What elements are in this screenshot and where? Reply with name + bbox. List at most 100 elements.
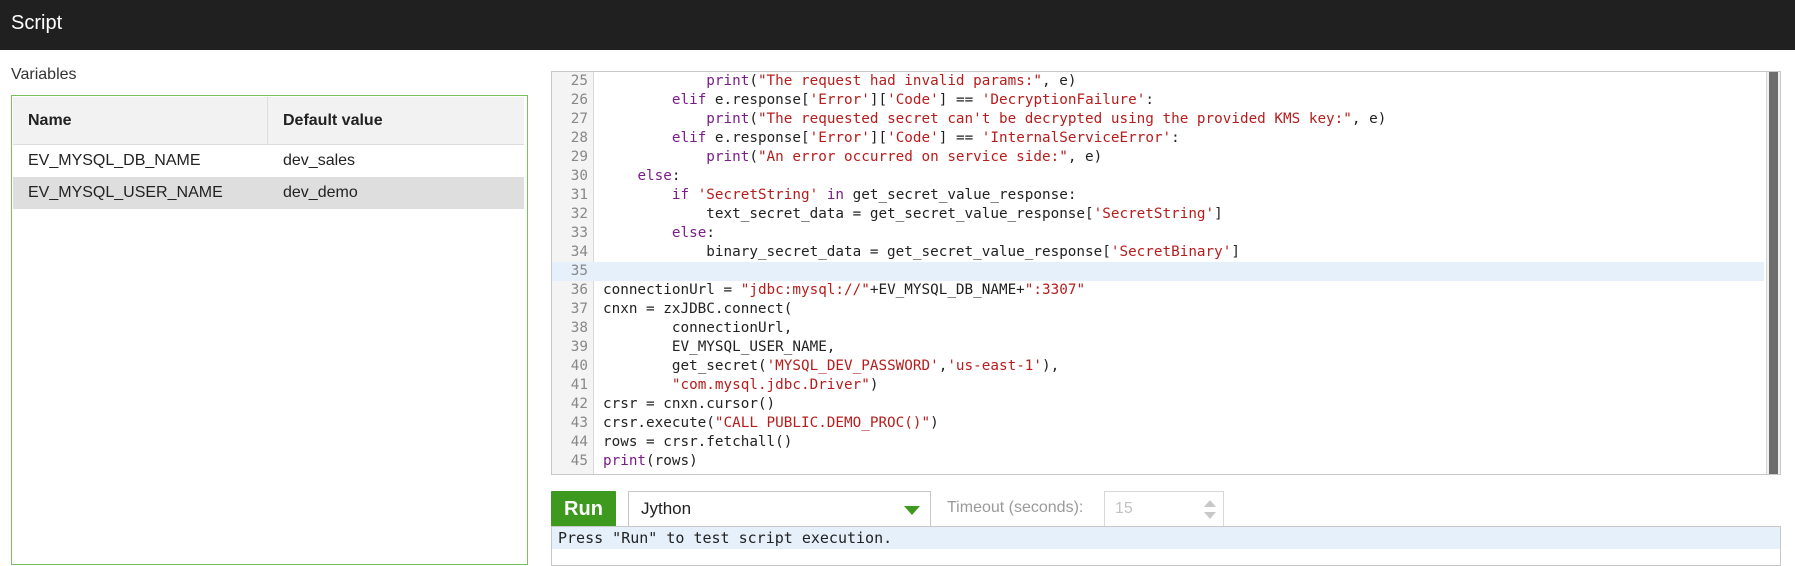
code-token: , e) bbox=[1042, 73, 1077, 89]
code-line[interactable]: 38 connectionUrl, bbox=[552, 319, 1764, 338]
line-number: 39 bbox=[570, 339, 588, 355]
code-text: binary_secret_data = get_secret_value_re… bbox=[603, 243, 1240, 262]
code-line[interactable]: 31 if 'SecretString' in get_secret_value… bbox=[552, 186, 1764, 205]
code-token: 'Error' bbox=[809, 92, 870, 108]
line-number: 38 bbox=[570, 320, 588, 336]
editor-scrollbar-thumb[interactable] bbox=[1769, 72, 1778, 474]
line-number: 26 bbox=[570, 92, 588, 108]
variables-table-header: Name Default value bbox=[13, 97, 524, 145]
code-text: connectionUrl = "jdbc:mysql://"+EV_MYSQL… bbox=[603, 281, 1085, 300]
line-number: 25 bbox=[570, 73, 588, 89]
code-token: 'MYSQL_DEV_PASSWORD' bbox=[766, 358, 939, 374]
code-line[interactable]: 29 print("An error occurred on service s… bbox=[552, 148, 1764, 167]
timeout-value: 15 bbox=[1115, 500, 1133, 517]
code-token: "The requested secret can't be decrypted… bbox=[757, 111, 1352, 127]
code-line[interactable]: 32 text_secret_data = get_secret_value_r… bbox=[552, 205, 1764, 224]
code-token: binary_secret_data = get_secret_value_re… bbox=[706, 244, 1111, 260]
script-editor[interactable]: 25 print("The request had invalid params… bbox=[551, 71, 1781, 475]
code-line[interactable]: 42 crsr = cnxn.cursor() bbox=[552, 395, 1764, 414]
column-header-name[interactable]: Name bbox=[13, 97, 268, 144]
code-token: ( bbox=[749, 149, 758, 165]
line-number: 42 bbox=[570, 396, 588, 412]
code-token: ] bbox=[1231, 244, 1240, 260]
code-line[interactable]: 41 "com.mysql.jdbc.Driver") bbox=[552, 376, 1764, 395]
code-line[interactable]: 40 get_secret('MYSQL_DEV_PASSWORD','us-e… bbox=[552, 357, 1764, 376]
code-token: "com.mysql.jdbc.Driver" bbox=[671, 377, 870, 393]
code-token: cnxn = zxJDBC.connect( bbox=[603, 301, 793, 317]
code-token: 'Code' bbox=[887, 92, 939, 108]
spin-up-icon[interactable] bbox=[1204, 500, 1216, 507]
line-number: 28 bbox=[570, 130, 588, 146]
code-line[interactable]: 33 else: bbox=[552, 224, 1764, 243]
code-token: "The request had invalid params:" bbox=[757, 73, 1042, 89]
line-number: 35 bbox=[570, 263, 588, 279]
code-text: crsr.execute("CALL PUBLIC.DEMO_PROC()") bbox=[603, 414, 939, 433]
table-row[interactable]: EV_MYSQL_DB_NAME dev_sales bbox=[13, 145, 524, 177]
code-token: : bbox=[671, 168, 681, 184]
code-line[interactable]: 39 EV_MYSQL_USER_NAME, bbox=[552, 338, 1764, 357]
code-text: if 'SecretString' in get_secret_value_re… bbox=[603, 186, 1077, 205]
code-line[interactable]: 28 elif e.response['Error']['Code'] == '… bbox=[552, 129, 1764, 148]
code-token: ] == bbox=[938, 92, 982, 108]
code-token: e.response[ bbox=[706, 92, 810, 108]
code-token: get_secret( bbox=[671, 358, 767, 374]
editor-scrollbar[interactable] bbox=[1766, 72, 1780, 474]
code-text: connectionUrl, bbox=[603, 319, 793, 338]
code-token: ) bbox=[869, 377, 879, 393]
chevron-down-icon[interactable] bbox=[904, 506, 920, 515]
code-token: text_secret_data = get_secret_value_resp… bbox=[706, 206, 1094, 222]
code-text: print("The request had invalid params:",… bbox=[603, 72, 1076, 91]
code-text: "com.mysql.jdbc.Driver") bbox=[603, 376, 879, 395]
code-token: : bbox=[706, 225, 715, 241]
code-token: ) bbox=[930, 415, 939, 431]
code-token: else bbox=[671, 225, 707, 241]
code-line[interactable]: 30 else: bbox=[552, 167, 1764, 186]
code-token: (rows) bbox=[646, 453, 698, 469]
spin-down-icon[interactable] bbox=[1204, 512, 1216, 519]
code-line[interactable]: 45 print(rows) bbox=[552, 452, 1764, 471]
language-select-value: Jython bbox=[641, 499, 692, 518]
code-lines[interactable]: 25 print("The request had invalid params… bbox=[552, 72, 1764, 471]
code-text: text_secret_data = get_secret_value_resp… bbox=[603, 205, 1222, 224]
timeout-label: Timeout (seconds): bbox=[947, 499, 1084, 516]
code-line[interactable]: 43 crsr.execute("CALL PUBLIC.DEMO_PROC()"… bbox=[552, 414, 1764, 433]
code-line[interactable]: 35 bbox=[552, 262, 1764, 281]
line-number: 43 bbox=[570, 415, 588, 431]
page-header: Script bbox=[0, 0, 1795, 50]
variables-panel: Name Default value EV_MYSQL_DB_NAME dev_… bbox=[11, 95, 528, 565]
code-line[interactable]: 36 connectionUrl = "jdbc:mysql://"+EV_MYS… bbox=[552, 281, 1764, 300]
variable-name-cell: EV_MYSQL_USER_NAME bbox=[28, 184, 223, 201]
code-token: 'SecretString' bbox=[1093, 206, 1215, 222]
code-line[interactable]: 25 print("The request had invalid params… bbox=[552, 72, 1764, 91]
code-line[interactable]: 34 binary_secret_data = get_secret_value… bbox=[552, 243, 1764, 262]
code-token: print bbox=[706, 73, 750, 89]
language-select[interactable]: Jython bbox=[628, 491, 931, 527]
code-line[interactable]: 27 print("The requested secret can't be … bbox=[552, 110, 1764, 129]
column-header-default-value[interactable]: Default value bbox=[268, 97, 524, 144]
code-token: ][ bbox=[869, 130, 888, 146]
code-line[interactable]: 26 elif e.response['Error']['Code'] == '… bbox=[552, 91, 1764, 110]
code-token: ( bbox=[749, 111, 758, 127]
run-button[interactable]: Run bbox=[551, 491, 616, 527]
line-number: 29 bbox=[570, 149, 588, 165]
code-token: ( bbox=[749, 73, 758, 89]
code-line[interactable]: 37 cnxn = zxJDBC.connect( bbox=[552, 300, 1764, 319]
code-line[interactable]: 44 rows = crsr.fetchall() bbox=[552, 433, 1764, 452]
line-number: 31 bbox=[570, 187, 588, 203]
code-token: ":3307" bbox=[1024, 282, 1086, 298]
line-number: 36 bbox=[570, 282, 588, 298]
code-token: 'SecretString' bbox=[697, 187, 819, 203]
timeout-input[interactable]: 15 bbox=[1104, 491, 1224, 527]
table-row[interactable]: EV_MYSQL_USER_NAME dev_demo bbox=[13, 177, 524, 209]
code-token: 'us-east-1' bbox=[947, 358, 1043, 374]
code-token: print bbox=[706, 111, 750, 127]
code-text: print(rows) bbox=[603, 452, 698, 471]
